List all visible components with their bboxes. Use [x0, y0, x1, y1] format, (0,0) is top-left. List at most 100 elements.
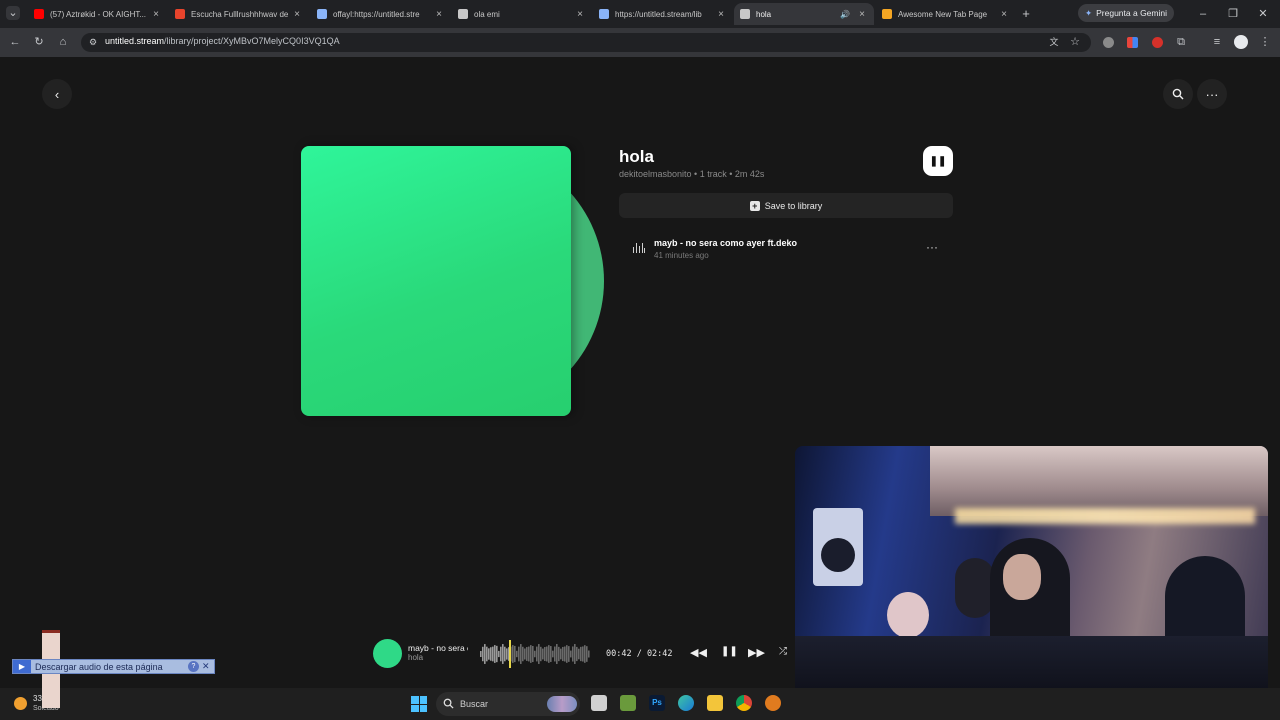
back-icon[interactable]: ←: [8, 35, 22, 49]
more-options-button[interactable]: ···: [1197, 79, 1227, 109]
tab-close-icon[interactable]: ×: [998, 9, 1010, 20]
weather-temperature: 33: [33, 694, 42, 703]
site-info-icon[interactable]: ⚙: [86, 35, 100, 49]
task-view-icon[interactable]: [591, 695, 607, 711]
tab-close-icon[interactable]: ×: [856, 9, 868, 20]
tab-1[interactable]: (57) Aztrøkid - OK AIGHT... ×: [28, 3, 168, 25]
tab-close-icon[interactable]: ×: [150, 9, 162, 20]
save-to-library-button[interactable]: + Save to library: [619, 193, 953, 218]
translate-icon[interactable]: 文: [1047, 35, 1061, 49]
track-added-time: 41 minutes ago: [654, 251, 709, 260]
waveform-bar: [538, 644, 540, 664]
tab-4[interactable]: ola emi ×: [452, 3, 592, 25]
pause-icon: ❚❚: [929, 155, 947, 167]
waveform-bar: [484, 644, 486, 664]
pause-button[interactable]: ❚❚: [923, 146, 953, 176]
tab-5[interactable]: https://untitled.stream/lib ×: [593, 3, 733, 25]
track-more-options-icon[interactable]: ···: [926, 240, 938, 254]
browser-menu-icon[interactable]: ⋮: [1258, 35, 1272, 49]
extension-icon-1[interactable]: [1103, 37, 1114, 48]
player-pause-icon[interactable]: ❚❚: [721, 646, 738, 657]
url-text[interactable]: untitled.stream/library/project/XyMBvO7M…: [105, 36, 340, 46]
waveform-bar: [504, 646, 506, 662]
waveform-bar: [580, 646, 582, 662]
tab-audio-icon[interactable]: 🔊: [840, 10, 850, 19]
player-track-title: mayb - no sera c: [408, 643, 468, 653]
waveform-bar: [542, 648, 544, 660]
file-explorer-icon[interactable]: [707, 695, 723, 711]
tab-7[interactable]: Awesome New Tab Page ×: [876, 3, 1016, 25]
waveform-bar: [528, 646, 530, 662]
reading-list-icon[interactable]: ≡: [1210, 35, 1224, 49]
tab-favicon-icon: [458, 9, 468, 19]
tab-title: (57) Aztrøkid - OK AIGHT...: [50, 9, 147, 19]
player-project-name: hola: [408, 653, 424, 662]
weather-icon[interactable]: [14, 697, 27, 710]
extension-icon-3[interactable]: [1152, 37, 1163, 48]
tab-6[interactable]: hola 🔊 ×: [734, 3, 874, 25]
project-cover-art[interactable]: [301, 146, 571, 416]
waveform-bar: [490, 647, 492, 661]
waveform-bar: [584, 645, 586, 663]
minimize-icon[interactable]: –: [1196, 7, 1210, 21]
waveform-bar: [568, 646, 570, 662]
waveform-bar: [534, 650, 536, 658]
project-meta: dekitoelmasbonito • 1 track • 2m 42s: [619, 169, 765, 179]
tab-search-icon[interactable]: ⌄: [6, 6, 20, 20]
maximize-icon[interactable]: ❐: [1226, 7, 1240, 21]
download-play-icon[interactable]: ▶: [13, 660, 31, 673]
tab-close-icon[interactable]: ×: [574, 9, 586, 20]
waveform-bar: [574, 644, 576, 664]
waveform-bar: [492, 646, 494, 662]
back-button[interactable]: ‹: [42, 79, 72, 109]
tab-close-icon[interactable]: ×: [433, 9, 445, 20]
waveform-bar: [548, 645, 550, 663]
tab-favicon-icon: [599, 9, 609, 19]
track-title: mayb - no sera como ayer ft.deko: [654, 238, 798, 248]
profile-avatar[interactable]: [1234, 35, 1248, 49]
chrome-icon[interactable]: [736, 695, 752, 711]
close-window-icon[interactable]: ✕: [1256, 7, 1270, 21]
webcam-person-back: [955, 558, 995, 618]
playhead-marker[interactable]: [509, 640, 511, 668]
rewind-icon[interactable]: ◀◀: [690, 646, 707, 659]
waveform-bar: [502, 644, 504, 664]
bookmark-star-icon[interactable]: ☆: [1068, 35, 1082, 49]
fast-forward-icon[interactable]: ▶▶: [748, 646, 765, 659]
waveform-bar: [496, 645, 498, 663]
app-icon-orange[interactable]: [765, 695, 781, 711]
new-tab-icon[interactable]: +: [1019, 7, 1033, 21]
close-icon[interactable]: ✕: [202, 661, 214, 672]
search-button[interactable]: [1163, 79, 1193, 109]
waveform-bar: [554, 646, 556, 662]
home-icon[interactable]: ⌂: [56, 35, 70, 49]
extension-icon-2[interactable]: [1127, 37, 1138, 48]
player-artwork[interactable]: [373, 639, 402, 668]
waveform-bar: [582, 646, 584, 662]
reload-icon[interactable]: ↻: [32, 35, 46, 49]
download-audio-bar[interactable]: ▶ Descargar audio de esta página ? ✕: [12, 659, 215, 674]
app-icon-green[interactable]: [620, 695, 636, 711]
track-row[interactable]: mayb - no sera como ayer ft.deko 41 minu…: [624, 234, 954, 264]
webcam-ceiling: [930, 446, 1268, 516]
tab-3[interactable]: offayl:https://untitled.stre ×: [311, 3, 451, 25]
chevron-left-icon: ‹: [54, 86, 60, 102]
photoshop-icon[interactable]: Ps: [649, 695, 665, 711]
gemini-icon: ✦: [1085, 7, 1093, 18]
tab-close-icon[interactable]: ×: [715, 9, 727, 20]
waveform-bar: [526, 647, 528, 661]
windows-start-icon[interactable]: [411, 696, 427, 712]
extensions-icon[interactable]: ⧉: [1174, 35, 1188, 49]
waveform-bar: [566, 645, 568, 663]
help-icon[interactable]: ?: [188, 661, 199, 672]
shuffle-icon[interactable]: ⤮: [779, 646, 787, 657]
windows-taskbar: [0, 688, 1280, 720]
tab-close-icon[interactable]: ×: [291, 9, 303, 20]
player-waveform[interactable]: [480, 640, 590, 668]
url-path: /library/project/XyMBvO7MelyCQ0I3VQ1QA: [164, 36, 340, 46]
gemini-label: Pregunta a Gemini: [1096, 8, 1167, 18]
tab-favicon-icon: [317, 9, 327, 19]
tab-2[interactable]: Escucha Fulllrushhhwav de ×: [169, 3, 309, 25]
edge-icon[interactable]: [678, 695, 694, 711]
gemini-button[interactable]: ✦ Pregunta a Gemini: [1078, 4, 1174, 22]
